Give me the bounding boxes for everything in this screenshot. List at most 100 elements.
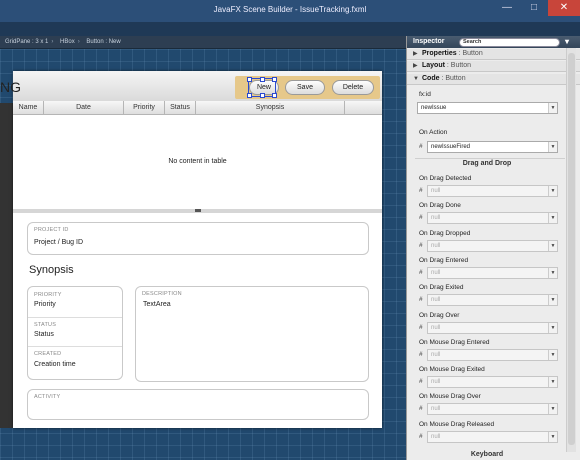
resize-handle[interactable] (260, 77, 265, 82)
event-handler-combo[interactable]: null ▼ (427, 321, 558, 334)
event-label: On Drag Over (419, 311, 460, 319)
section-name: Code (422, 75, 440, 82)
event-handler-combo[interactable]: null ▼ (427, 212, 558, 225)
minimize-button[interactable]: — (494, 0, 520, 16)
status-field[interactable]: Status (34, 331, 54, 338)
event-handler-value: null (431, 433, 441, 440)
save-button[interactable]: Save (285, 80, 325, 95)
button-bar[interactable]: New Save Delete (235, 76, 380, 99)
scrollbar-thumb[interactable] (568, 53, 575, 445)
event-handler-combo[interactable]: null ▼ (427, 266, 558, 279)
activity-label: ACTIVITY (34, 394, 61, 400)
event-handler-value: null (431, 297, 441, 304)
hash-label: # (419, 405, 423, 413)
breadcrumb-item[interactable]: Button : New (86, 39, 120, 45)
section-arrow-icon: ▶ (413, 51, 418, 57)
section-sub: : Button (458, 50, 483, 57)
event-handler-value: null (431, 324, 441, 331)
dropdown-arrow-icon[interactable]: ▼ (548, 186, 557, 196)
menu-icon[interactable]: ▾ (565, 36, 569, 48)
event-handler-value: null (431, 406, 441, 413)
resize-handle[interactable] (260, 93, 265, 98)
breadcrumb-separator: › (77, 39, 80, 45)
empty-table-message: No content in table (168, 158, 227, 165)
selection-outline (247, 77, 277, 98)
hash-label: # (419, 323, 423, 331)
project-card: PROJECT ID Project / Bug ID (27, 222, 369, 255)
table-header: Name Date Priority Status Synopsis (13, 101, 382, 115)
created-label: CREATED (34, 351, 62, 357)
event-label: On Mouse Drag Entered (419, 338, 490, 346)
created-field[interactable]: Creation time (34, 361, 76, 368)
maximize-button[interactable]: □ (521, 0, 547, 16)
resize-handle[interactable] (247, 77, 252, 82)
event-handler-combo[interactable]: null ▼ (427, 430, 558, 443)
dropdown-arrow-icon[interactable]: ▼ (548, 142, 557, 152)
resize-handle[interactable] (272, 77, 277, 82)
dropdown-arrow-icon[interactable]: ▼ (548, 103, 557, 113)
resize-handle[interactable] (272, 93, 277, 98)
divider (28, 346, 122, 347)
delete-button[interactable]: Delete (332, 80, 374, 95)
event-handler-combo[interactable]: null ▼ (427, 294, 558, 307)
dropdown-arrow-icon[interactable]: ▼ (548, 349, 557, 360)
on-action-combo[interactable]: newIssueFired ▼ (427, 141, 558, 153)
event-label: On Mouse Drag Released (419, 420, 495, 428)
event-label: On Mouse Drag Over (419, 393, 481, 401)
event-handler-combo[interactable]: null ▼ (427, 376, 558, 389)
dropdown-arrow-icon[interactable]: ▼ (548, 213, 557, 224)
event-label: On Drag Dropped (419, 229, 471, 237)
separator (415, 158, 565, 159)
inspector-title: Inspector (413, 38, 445, 45)
breadcrumb-item[interactable]: HBox (60, 39, 75, 45)
inspector-scrollbar[interactable] (566, 48, 576, 452)
event-handler-combo[interactable]: null ▼ (427, 403, 558, 416)
column-header-date[interactable]: Date (44, 101, 124, 114)
divider-grip-icon[interactable] (195, 209, 201, 212)
window-title: JavaFX Scene Builder - IssueTracking.fxm… (213, 5, 367, 14)
dropdown-arrow-icon[interactable]: ▼ (548, 377, 557, 388)
event-handler-value: null (431, 215, 441, 222)
column-header-status[interactable]: Status (165, 101, 196, 114)
event-handler-combo[interactable]: null ▼ (427, 348, 558, 361)
event-handler-combo[interactable]: null ▼ (427, 239, 558, 252)
dropdown-arrow-icon[interactable]: ▼ (548, 267, 557, 278)
section-sub: : Button (446, 62, 472, 69)
hash-label: # (419, 214, 423, 222)
hash-label: # (419, 350, 423, 358)
column-header-synopsis[interactable]: Synopsis (196, 101, 345, 114)
section-arrow-icon: ▼ (413, 76, 419, 82)
hash-label: # (419, 378, 423, 386)
description-textarea[interactable]: TextArea (143, 301, 171, 308)
dropdown-arrow-icon[interactable]: ▼ (548, 322, 557, 333)
priority-field[interactable]: Priority (34, 301, 56, 308)
resize-handle[interactable] (247, 93, 252, 98)
title-bar: JavaFX Scene Builder - IssueTracking.fxm… (0, 0, 580, 22)
dropdown-arrow-icon[interactable]: ▼ (548, 240, 557, 251)
dropdown-arrow-icon[interactable]: ▼ (548, 404, 557, 415)
section-arrow-icon: ▶ (413, 63, 418, 69)
details-card: PRIORITY Priority STATUS Status CREATED … (27, 286, 123, 380)
search-input[interactable]: Search (459, 38, 560, 47)
event-handler-combo[interactable]: null ▼ (427, 185, 558, 197)
document-preview[interactable]: NG New Save Delete Name Date Priority St… (0, 71, 382, 428)
column-header-priority[interactable]: Priority (124, 101, 165, 114)
event-label: On Mouse Drag Exited (419, 366, 485, 374)
dropdown-arrow-icon[interactable]: ▼ (548, 431, 557, 442)
dropdown-arrow-icon[interactable]: ▼ (548, 295, 557, 306)
section-layout[interactable]: ▶ Layout : Button (407, 61, 580, 72)
section-name: Layout (422, 62, 445, 69)
breadcrumb: GridPane : 3 x 1 › HBox › Button : New (0, 36, 406, 49)
section-properties[interactable]: ▶ Properties : Button (407, 49, 580, 60)
split-divider[interactable] (13, 209, 382, 213)
project-field[interactable]: Project / Bug ID (34, 239, 83, 246)
section-code[interactable]: ▼ Code : Button (407, 74, 580, 85)
event-handler-value: null (431, 351, 441, 358)
column-header-name[interactable]: Name (13, 101, 44, 114)
close-button[interactable]: ✕ (548, 0, 580, 16)
issues-table[interactable]: Name Date Priority Status Synopsis No co… (13, 101, 382, 210)
fxid-combo[interactable]: newIssue ▼ (417, 102, 558, 114)
description-label: DESCRIPTION (142, 291, 182, 297)
breadcrumb-item[interactable]: GridPane : 3 x 1 (5, 39, 48, 45)
event-handler-value: null (431, 188, 441, 194)
